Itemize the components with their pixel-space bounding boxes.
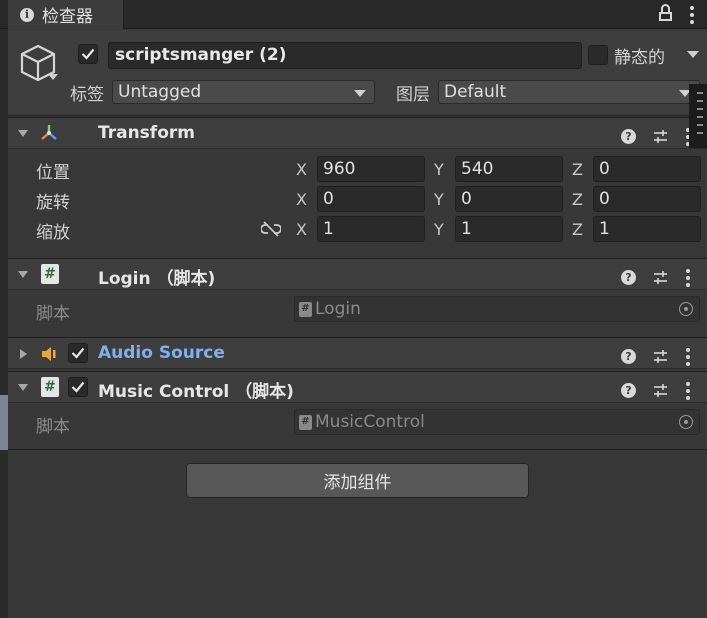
rotation-z-field[interactable]: 0 (593, 186, 701, 212)
object-header: scriptsmanger (2) 静态的 标签 Untagged 图层 Def… (8, 30, 707, 116)
more-options-icon[interactable] (685, 267, 691, 287)
scale-label: 缩放 (36, 223, 70, 243)
presets-icon[interactable] (653, 383, 668, 398)
layer-value: Default (444, 82, 507, 102)
object-picker-icon[interactable] (679, 415, 693, 429)
foldout-arrow-icon[interactable] (20, 349, 27, 359)
static-label: 静态的 (614, 48, 665, 68)
axis-z-label[interactable]: Z (572, 160, 583, 179)
scale-x-field[interactable]: 1 (317, 216, 425, 242)
help-icon[interactable]: ? (621, 382, 636, 398)
script-label: 脚本 (36, 304, 70, 324)
tab-inspector-label: 检查器 (42, 7, 93, 27)
left-edge (0, 0, 8, 618)
tag-value: Untagged (118, 82, 202, 102)
axis-y-label[interactable]: Y (434, 160, 444, 179)
more-options-icon[interactable] (685, 346, 691, 366)
layer-dropdown[interactable]: Default (438, 80, 700, 104)
foldout-arrow-icon[interactable] (18, 271, 28, 278)
more-options-icon[interactable] (685, 380, 691, 400)
script-icon: # (41, 377, 59, 397)
login-body: 脚本 # Login (8, 291, 707, 336)
speaker-icon (42, 347, 56, 361)
script-icon: # (299, 301, 312, 317)
tag-dropdown[interactable]: Untagged (112, 80, 375, 104)
layer-label: 图层 (396, 85, 430, 105)
music-script-field[interactable]: # MusicControl (294, 409, 700, 435)
transform-body: 位置 X 960 Y 540 Z 0 旋转 X 0 Y 0 Z 0 缩放 X 1… (8, 150, 707, 257)
rotation-x-field[interactable]: 0 (317, 186, 425, 212)
audio-source-enabled-checkbox[interactable] (68, 343, 88, 363)
transform-title: Transform (98, 123, 195, 143)
info-icon: i (20, 7, 34, 22)
scale-y-field[interactable]: 1 (455, 216, 563, 242)
script-label: 脚本 (36, 417, 70, 437)
static-checkbox[interactable] (588, 45, 608, 65)
axis-z-label[interactable]: Z (572, 220, 583, 239)
static-dropdown-caret[interactable] (687, 51, 699, 58)
login-script-value: Login (315, 299, 361, 319)
object-picker-icon[interactable] (679, 302, 693, 316)
scale-z-field[interactable]: 1 (593, 216, 701, 242)
more-options-icon[interactable] (689, 4, 695, 24)
position-label: 位置 (36, 163, 70, 183)
foldout-arrow-icon[interactable] (18, 384, 28, 391)
lock-icon[interactable] (659, 4, 673, 22)
object-name-field[interactable]: scriptsmanger (2) (108, 42, 582, 69)
axis-x-label[interactable]: X (296, 190, 307, 209)
transform-axes-icon (41, 125, 57, 140)
tab-bar: i 检查器 (0, 0, 707, 29)
foldout-arrow-icon[interactable] (18, 130, 28, 137)
music-control-header[interactable]: # Music Control （脚本) ? (8, 371, 707, 403)
axis-z-label[interactable]: Z (572, 190, 583, 209)
music-script-value: MusicControl (315, 412, 425, 432)
script-icon: # (299, 414, 312, 430)
object-active-checkbox[interactable] (78, 44, 98, 64)
presets-icon[interactable] (653, 349, 668, 364)
position-y-field[interactable]: 540 (455, 156, 563, 182)
axis-y-label[interactable]: Y (434, 190, 444, 209)
tag-label: 标签 (70, 85, 104, 105)
icon-dropdown-caret[interactable] (48, 74, 58, 80)
audio-source-header[interactable]: Audio Source ? (8, 337, 707, 369)
script-icon: # (41, 264, 59, 284)
music-control-enabled-checkbox[interactable] (68, 377, 88, 397)
music-control-title: Music Control （脚本) (98, 382, 294, 402)
rotation-y-field[interactable]: 0 (455, 186, 563, 212)
add-component-button[interactable]: 添加组件 (186, 463, 529, 498)
position-x-field[interactable]: 960 (317, 156, 425, 182)
presets-icon[interactable] (653, 129, 668, 144)
music-control-body: 脚本 # MusicControl (8, 404, 707, 450)
transform-header[interactable]: Transform ? (8, 117, 707, 149)
login-header[interactable]: # Login （脚本) ? (8, 258, 707, 290)
presets-icon[interactable] (653, 270, 668, 285)
help-icon[interactable]: ? (621, 348, 636, 364)
tab-inspector[interactable]: i 检查器 (8, 0, 124, 29)
login-title: Login （脚本) (98, 269, 216, 289)
chevron-down-icon (354, 90, 366, 97)
axis-x-label[interactable]: X (296, 160, 307, 179)
position-z-field[interactable]: 0 (593, 156, 701, 182)
constrain-proportions-icon[interactable] (261, 221, 281, 237)
help-icon[interactable]: ? (621, 269, 636, 285)
scrollbar[interactable] (689, 84, 707, 148)
axis-y-label[interactable]: Y (434, 220, 444, 239)
audio-source-title: Audio Source (98, 343, 225, 363)
rotation-label: 旋转 (36, 193, 70, 213)
axis-x-label[interactable]: X (296, 220, 307, 239)
login-script-field[interactable]: # Login (294, 296, 700, 322)
help-icon[interactable]: ? (621, 128, 636, 144)
